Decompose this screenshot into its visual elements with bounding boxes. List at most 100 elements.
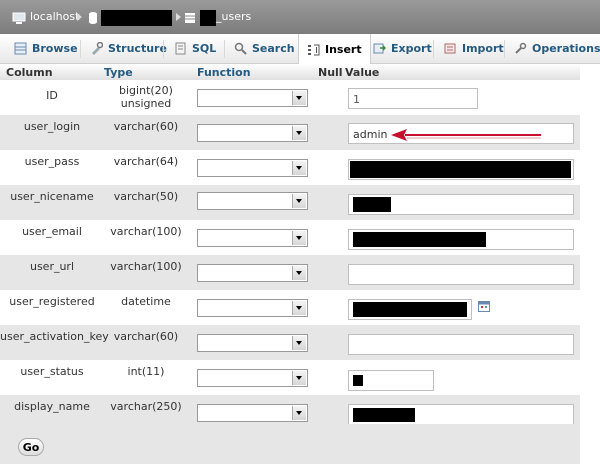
value-input[interactable]: 1: [348, 88, 478, 109]
header-type[interactable]: Type: [104, 66, 133, 79]
column-type: bigint(20) unsigned: [119, 84, 173, 110]
chevron-down-icon[interactable]: [292, 194, 306, 208]
tab-bar: Browse Structure SQL Search Insert Expor…: [0, 34, 600, 64]
chevron-down-icon[interactable]: [292, 161, 306, 175]
breadcrumb-table[interactable]: _users: [216, 10, 251, 23]
column-name: user_email: [22, 225, 82, 238]
table-header: Column Type Function Null Value: [0, 64, 580, 81]
table-row: user_nicename varchar(50): [0, 185, 580, 220]
table-row: user_url varchar(100): [0, 255, 580, 290]
column-name: user_nicename: [10, 190, 94, 203]
column-type: datetime: [121, 295, 171, 308]
sql-icon: [175, 42, 186, 55]
column-type: varchar(100): [110, 260, 182, 273]
function-select[interactable]: [197, 334, 308, 352]
tab-sql[interactable]: SQL: [174, 34, 216, 63]
tab-search[interactable]: Search: [234, 34, 295, 63]
value-input[interactable]: [348, 370, 434, 391]
column-name: user_registered: [9, 295, 95, 308]
header-null: Null: [318, 66, 343, 79]
server-icon: [12, 12, 26, 24]
redacted-value: [353, 232, 486, 247]
tab-export[interactable]: Export: [373, 34, 432, 63]
calendar-icon[interactable]: [478, 300, 490, 312]
search-icon: [234, 42, 247, 55]
table-row: user_pass varchar(64): [0, 150, 580, 185]
browse-icon: [14, 42, 27, 55]
column-name: user_url: [29, 260, 75, 273]
table-row: ID bigint(20) unsigned 1: [0, 80, 580, 115]
table-row: user_email varchar(100): [0, 220, 580, 255]
import-icon: [444, 43, 456, 54]
value-input[interactable]: [348, 334, 574, 355]
redacted-value: [353, 302, 467, 317]
function-select[interactable]: [197, 124, 308, 142]
function-select[interactable]: [197, 89, 308, 107]
database-icon: [89, 12, 97, 24]
redacted-database-name[interactable]: [101, 10, 172, 26]
chevron-down-icon[interactable]: [292, 301, 306, 315]
chevron-down-icon[interactable]: [292, 371, 306, 385]
column-type: varchar(60): [113, 120, 179, 133]
redacted-value: [353, 197, 391, 212]
redacted-table-prefix: [200, 10, 216, 26]
column-type: varchar(64): [113, 155, 179, 168]
table-row: user_registered datetime: [0, 290, 580, 325]
chevron-down-icon[interactable]: [292, 91, 306, 105]
column-name: ID: [46, 89, 58, 102]
chevron-down-icon[interactable]: [292, 336, 306, 350]
column-name: display_name: [14, 400, 90, 413]
function-select[interactable]: [197, 404, 308, 422]
go-button[interactable]: Go: [18, 438, 44, 456]
export-icon: [373, 43, 386, 54]
function-select[interactable]: [197, 299, 308, 317]
value-input[interactable]: [348, 159, 574, 180]
tab-operations[interactable]: Operations: [514, 34, 600, 63]
table-row: user_activation_key varchar(60): [0, 325, 580, 360]
function-select[interactable]: [197, 159, 308, 177]
value-input[interactable]: [348, 299, 472, 320]
redacted-value: [353, 375, 363, 386]
breadcrumb-server[interactable]: localhost: [30, 10, 79, 23]
chevron-down-icon[interactable]: [292, 406, 306, 420]
function-select[interactable]: [197, 264, 308, 282]
value-input[interactable]: [348, 229, 574, 250]
tab-import[interactable]: Import: [444, 34, 504, 63]
column-name: user_pass: [24, 155, 80, 168]
table-icon: [185, 13, 195, 23]
chevron-down-icon[interactable]: [292, 266, 306, 280]
column-name: user_status: [20, 365, 84, 378]
tab-insert[interactable]: Insert: [298, 34, 371, 64]
redacted-value: [350, 161, 571, 178]
value-input[interactable]: [348, 264, 574, 285]
function-select[interactable]: [197, 192, 308, 210]
breadcrumb-separator-icon: [77, 13, 82, 21]
function-select[interactable]: [197, 229, 308, 247]
header-column: Column: [6, 66, 53, 79]
table-row: display_name varchar(250): [0, 395, 580, 425]
tab-structure[interactable]: Structure: [90, 34, 167, 63]
breadcrumb: localhost _users: [0, 0, 600, 34]
column-name: user_login: [23, 120, 81, 133]
table-row: user_status int(11): [0, 360, 580, 395]
column-type: varchar(60): [113, 330, 179, 343]
tab-browse[interactable]: Browse: [14, 34, 78, 63]
header-value: Value: [345, 66, 380, 79]
column-type: varchar(50): [113, 190, 179, 203]
wrench-icon: [515, 42, 527, 54]
chevron-down-icon[interactable]: [292, 231, 306, 245]
column-type: varchar(250): [110, 400, 182, 413]
column-type: int(11): [127, 365, 165, 378]
form-footer: [0, 424, 580, 464]
value-input[interactable]: [348, 404, 574, 425]
function-select[interactable]: [197, 369, 308, 387]
structure-icon: [92, 42, 103, 55]
column-name: user_activation_key: [0, 330, 109, 343]
header-function[interactable]: Function: [197, 66, 251, 79]
value-input[interactable]: [348, 194, 574, 215]
annotation-arrow-icon: [391, 129, 541, 141]
insert-icon: [308, 44, 320, 55]
breadcrumb-separator-icon: [176, 13, 181, 21]
chevron-down-icon[interactable]: [292, 126, 306, 140]
redacted-value: [353, 408, 415, 422]
